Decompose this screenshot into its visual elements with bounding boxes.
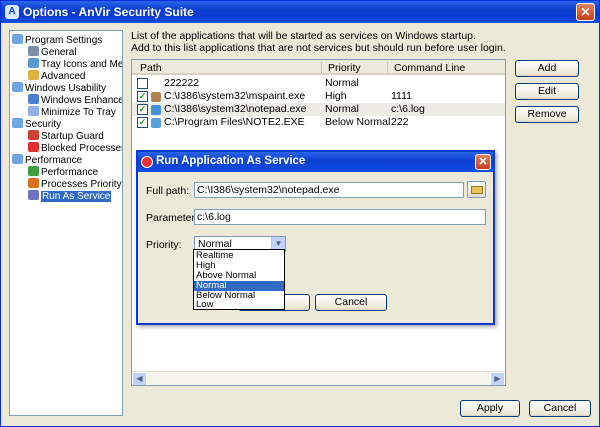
tree-item-advanced[interactable]: Advanced bbox=[28, 70, 85, 82]
scroll-right-icon[interactable]: ▶ bbox=[490, 372, 505, 385]
list-header: Path Priority Command Line bbox=[132, 60, 505, 75]
tree-item-tray-icons[interactable]: Tray Icons and Menu bbox=[28, 58, 122, 70]
table-row[interactable]: ✓ C:\I386\system32\mspaint.exe High 1111 bbox=[132, 90, 505, 103]
table-row[interactable]: ✓ C:\Program Files\NOTE2.EXE Below Norma… bbox=[132, 116, 505, 129]
minimize-icon bbox=[28, 106, 39, 116]
tree-item-startup-guard[interactable]: Startup Guard bbox=[28, 130, 104, 142]
cancel-button[interactable]: Cancel bbox=[529, 400, 591, 417]
full-path-field[interactable]: C:\I386\system32\notepad.exe bbox=[194, 182, 464, 198]
browse-button[interactable] bbox=[467, 181, 486, 198]
table-row[interactable]: ✓ C:\I386\system32\notepad.exe Normal c:… bbox=[132, 103, 505, 116]
scroll-left-icon[interactable]: ◀ bbox=[132, 372, 147, 385]
description-text: List of the applications that will be st… bbox=[131, 30, 511, 54]
window-icon bbox=[28, 94, 39, 104]
column-command-line[interactable]: Command Line bbox=[394, 62, 465, 74]
paint-icon bbox=[151, 92, 161, 102]
row-checkbox[interactable]: ✓ bbox=[137, 117, 148, 128]
row-path: 222222 bbox=[164, 77, 200, 89]
dialog-title: Run Application As Service bbox=[156, 155, 306, 167]
priority-icon bbox=[28, 178, 39, 188]
window-close-button[interactable]: ✕ bbox=[576, 3, 595, 21]
row-path: C:\I386\system32\mspaint.exe bbox=[164, 90, 306, 102]
blocked-icon bbox=[28, 142, 39, 152]
run-as-service-dialog: Run Application As Service ✕ Full path: … bbox=[136, 150, 495, 325]
full-path-label: Full path: bbox=[146, 185, 190, 197]
tree-item-program-settings[interactable]: Program Settings bbox=[12, 34, 102, 46]
folder-icon bbox=[12, 118, 23, 128]
row-path: C:\I386\system32\notepad.exe bbox=[164, 103, 307, 115]
row-path: C:\Program Files\NOTE2.EXE bbox=[164, 116, 305, 128]
description-line-2: Add to this list applications that are n… bbox=[131, 42, 506, 54]
tree-item-blocked-processes[interactable]: Blocked Processes bbox=[28, 142, 122, 154]
apply-button[interactable]: Apply bbox=[460, 400, 520, 417]
row-command: 1111 bbox=[391, 90, 413, 102]
shield-icon bbox=[28, 130, 39, 140]
row-priority: Normal bbox=[325, 103, 359, 115]
edit-button[interactable]: Edit bbox=[515, 83, 579, 100]
remove-button[interactable]: Remove bbox=[515, 106, 579, 123]
tray-icon bbox=[28, 58, 39, 68]
tree-item-windows-usability[interactable]: Windows Usability bbox=[12, 82, 106, 94]
dialog-icon bbox=[141, 156, 153, 168]
column-priority[interactable]: Priority bbox=[328, 62, 361, 74]
notepad-icon bbox=[151, 105, 161, 115]
settings-tree[interactable]: Program Settings General Tray Icons and … bbox=[9, 30, 123, 416]
folder-icon bbox=[12, 82, 23, 92]
row-checkbox[interactable]: ✓ bbox=[137, 104, 148, 115]
parameters-field[interactable]: c:\6.log bbox=[194, 209, 486, 225]
description-line-1: List of the applications that will be st… bbox=[131, 30, 476, 42]
tree-item-security[interactable]: Security bbox=[12, 118, 61, 130]
app-icon: A bbox=[5, 5, 19, 19]
tree-item-run-as-service[interactable]: Run As Service bbox=[28, 190, 112, 202]
window-title: Options - AnVir Security Suite bbox=[23, 5, 194, 19]
open-folder-icon bbox=[471, 186, 483, 194]
add-button[interactable]: Add bbox=[515, 60, 579, 77]
tree-item-performance-group[interactable]: Performance bbox=[12, 154, 82, 166]
service-icon bbox=[28, 190, 39, 200]
column-separator[interactable] bbox=[387, 62, 388, 73]
folder-icon bbox=[12, 154, 23, 164]
tree-item-general[interactable]: General bbox=[28, 46, 77, 58]
row-priority: High bbox=[325, 90, 347, 102]
dialog-close-button[interactable]: ✕ bbox=[475, 154, 491, 170]
column-separator[interactable] bbox=[321, 62, 322, 73]
horizontal-scrollbar[interactable]: ◀ ▶ bbox=[132, 371, 505, 385]
tree-item-windows-enhancements[interactable]: Windows Enhancem bbox=[28, 94, 122, 106]
title-bar[interactable]: A Options - AnVir Security Suite ✕ bbox=[1, 1, 599, 23]
row-priority: Normal bbox=[325, 77, 359, 89]
dialog-title-bar[interactable]: Run Application As Service ✕ bbox=[138, 152, 493, 172]
row-priority: Below Normal bbox=[325, 116, 391, 128]
column-path[interactable]: Path bbox=[140, 62, 162, 74]
row-checkbox[interactable]: ✓ bbox=[137, 91, 148, 102]
folder-icon bbox=[12, 34, 23, 44]
dialog-cancel-button[interactable]: Cancel bbox=[315, 294, 387, 311]
row-command: 222 bbox=[391, 116, 409, 128]
priority-option-low[interactable]: Low bbox=[194, 300, 284, 310]
priority-label: Priority: bbox=[146, 239, 182, 251]
tree-item-performance[interactable]: Performance bbox=[28, 166, 98, 178]
row-checkbox[interactable] bbox=[137, 78, 148, 89]
advanced-icon bbox=[28, 70, 39, 80]
table-row[interactable]: 222222 Normal bbox=[132, 77, 505, 90]
priority-dropdown-list[interactable]: Realtime High Above Normal Normal Below … bbox=[193, 249, 285, 310]
row-command: c:\6.log bbox=[391, 103, 425, 115]
settings-icon bbox=[28, 46, 39, 56]
tree-item-processes-priority[interactable]: Processes Priority bbox=[28, 178, 122, 190]
tree-item-minimize-to-tray[interactable]: Minimize To Tray bbox=[28, 106, 116, 118]
performance-icon bbox=[28, 166, 39, 176]
exe-icon bbox=[151, 118, 161, 128]
